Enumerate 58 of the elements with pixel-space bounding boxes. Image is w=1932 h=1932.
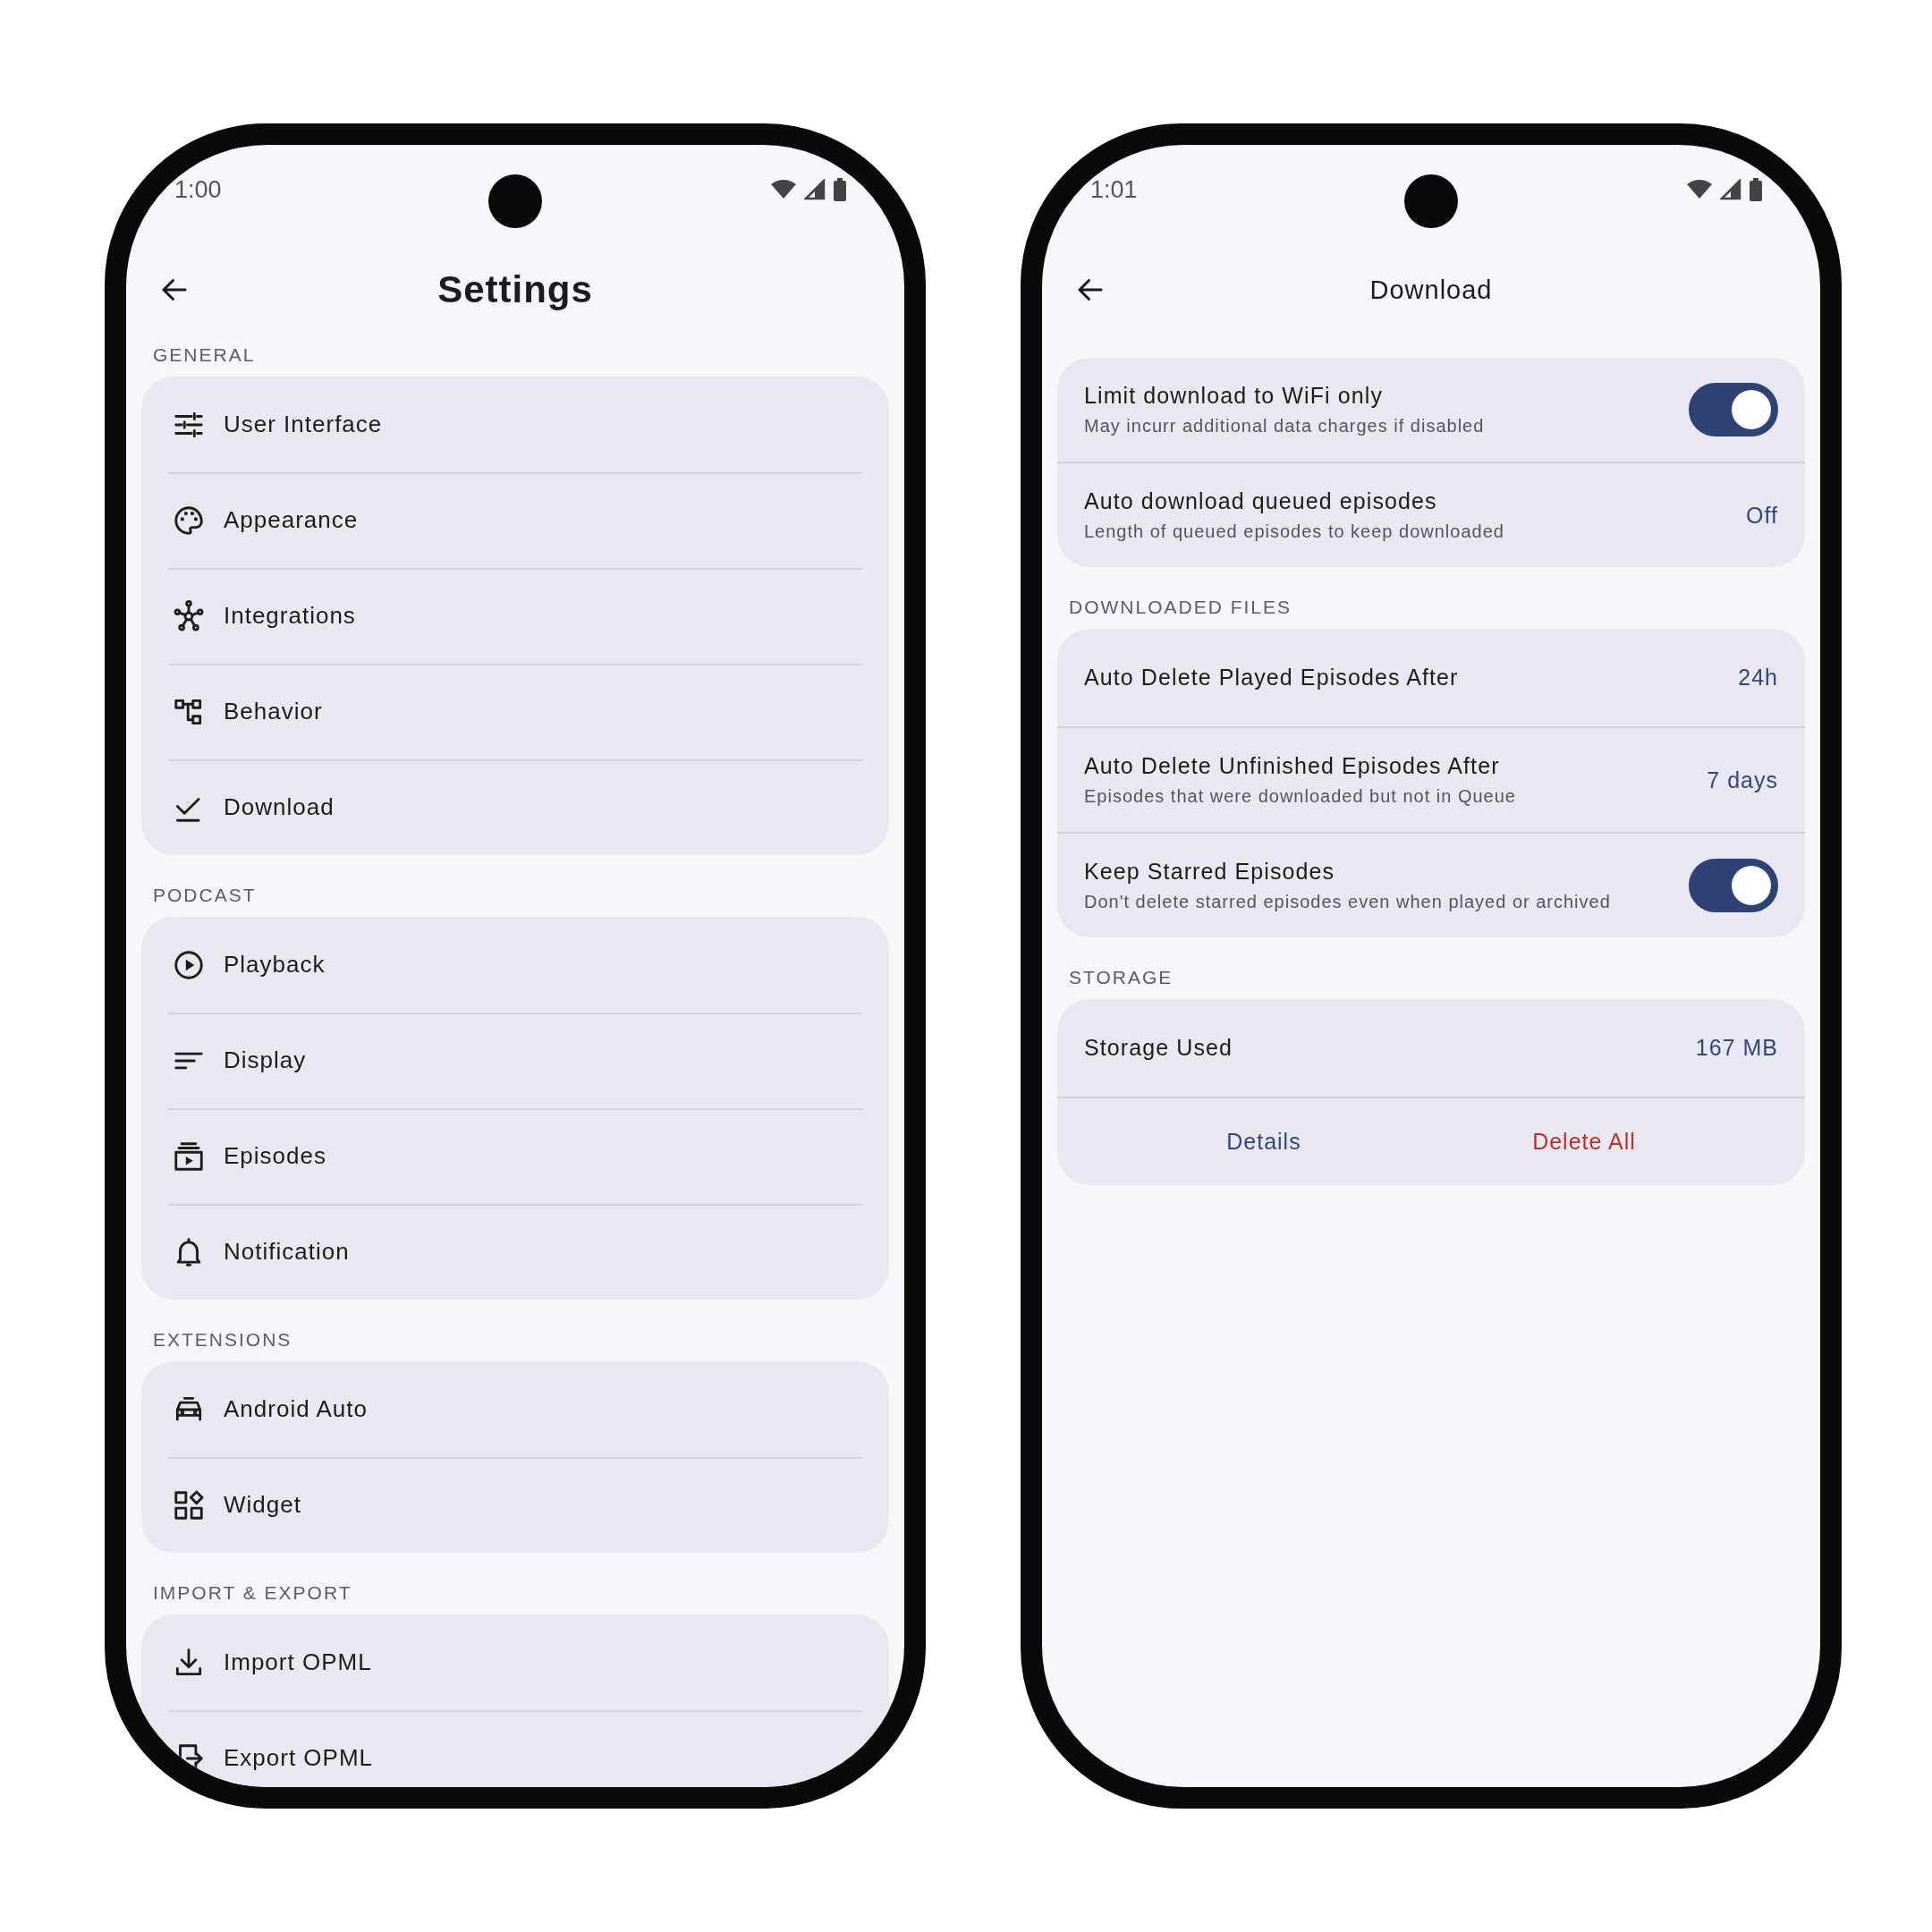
menu-item[interactable]: Import OPML bbox=[141, 1614, 889, 1710]
setting-title: Auto download queued episodes bbox=[1084, 488, 1438, 514]
menu-item[interactable]: Episodes bbox=[141, 1108, 889, 1204]
menu-item-label: Episodes bbox=[224, 1142, 326, 1170]
menu-item-label: User Interface bbox=[224, 411, 383, 438]
setting-row[interactable]: Keep Starred Episodes Don't delete starred episodes even when played or archived bbox=[1057, 832, 1805, 937]
screen-title: Download bbox=[1369, 275, 1493, 305]
setting-row[interactable]: Auto download queued episodes Length of queued episodes to keep downloaded Off bbox=[1057, 462, 1805, 567]
setting-title: Auto Delete Unfinished Episodes After bbox=[1084, 753, 1501, 779]
menu-item-label: Download bbox=[224, 793, 335, 821]
menu-item[interactable]: Notification bbox=[141, 1204, 889, 1300]
setting-title: Auto Delete Played Episodes After bbox=[1084, 665, 1460, 691]
menu-item[interactable]: Display bbox=[141, 1013, 889, 1108]
menu-item-label: Behavior bbox=[224, 698, 323, 725]
section-header: IMPORT & EXPORT bbox=[153, 1582, 352, 1603]
setting-row[interactable]: Storage Used 167 MB bbox=[1057, 999, 1805, 1097]
text-button[interactable]: Details bbox=[1205, 1116, 1323, 1167]
section-header: EXTENSIONS bbox=[153, 1329, 292, 1350]
menu-item-label: Notification bbox=[224, 1238, 350, 1266]
setting-description: Don't delete starred episodes even when played or archived bbox=[1084, 892, 1612, 912]
section-header: STORAGE bbox=[1069, 967, 1174, 987]
menu-item[interactable]: User Interface bbox=[141, 377, 889, 472]
setting-value: 24h bbox=[1738, 665, 1778, 691]
menu-item-label: Widget bbox=[224, 1491, 301, 1519]
setting-title: Storage Used bbox=[1084, 1035, 1234, 1061]
setting-title: Limit download to WiFi only bbox=[1084, 383, 1384, 409]
setting-value: 7 days bbox=[1707, 767, 1778, 793]
menu-item-label: Playback bbox=[224, 951, 326, 979]
menu-item[interactable]: Behavior bbox=[141, 664, 889, 759]
setting-row[interactable]: Auto Delete Unfinished Episodes After Episodes that were downloaded but not in Queue 7 days bbox=[1057, 726, 1805, 832]
setting-value: Off bbox=[1746, 502, 1778, 529]
menu-item[interactable]: Download bbox=[141, 759, 889, 855]
menu-item-label: Android Auto bbox=[224, 1395, 368, 1423]
setting-title: Keep Starred Episodes bbox=[1084, 859, 1336, 885]
menu-item[interactable]: Widget bbox=[141, 1457, 889, 1553]
status-time: 1:00 bbox=[174, 175, 222, 204]
menu-item[interactable]: Export OPML bbox=[141, 1710, 889, 1787]
screen-title: Settings bbox=[437, 268, 593, 311]
status-time: 1:01 bbox=[1090, 175, 1138, 204]
menu-item-label: Appearance bbox=[224, 506, 359, 534]
menu-item-label: Import OPML bbox=[224, 1648, 372, 1676]
menu-item[interactable]: Integrations bbox=[141, 568, 889, 664]
setting-row[interactable]: Auto Delete Played Episodes After 24h bbox=[1057, 629, 1805, 726]
delete-button[interactable]: Delete All bbox=[1511, 1116, 1657, 1167]
menu-item[interactable]: Android Auto bbox=[141, 1361, 889, 1457]
setting-description: May incurr additional data charges if disabled bbox=[1084, 416, 1486, 436]
menu-item-label: Export OPML bbox=[224, 1744, 374, 1772]
menu-item-label: Integrations bbox=[224, 602, 356, 630]
setting-row[interactable]: Limit download to WiFi only May incurr additional data charges if disabled bbox=[1057, 358, 1805, 462]
setting-description: Length of queued episodes to keep downloaded bbox=[1084, 521, 1505, 542]
setting-description: Episodes that were downloaded but not in Queue bbox=[1084, 786, 1517, 807]
section-header: DOWNLOADED FILES bbox=[1069, 597, 1292, 617]
section-header: GENERAL bbox=[153, 344, 256, 365]
menu-item[interactable]: Playback bbox=[141, 917, 889, 1013]
section-header: PODCAST bbox=[153, 885, 257, 905]
setting-value: 167 MB bbox=[1695, 1035, 1778, 1061]
menu-item-label: Display bbox=[224, 1046, 307, 1074]
menu-item[interactable]: Appearance bbox=[141, 472, 889, 568]
